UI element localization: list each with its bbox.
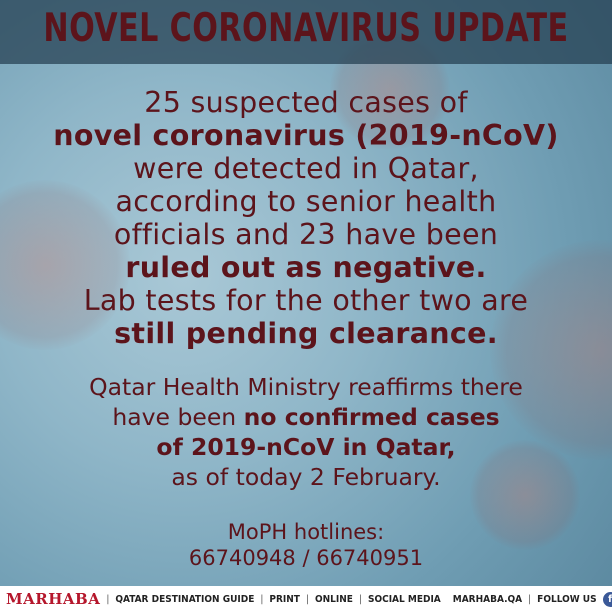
website-link[interactable]: MARHABA.QA xyxy=(453,594,522,605)
ministry-line-bold: of 2019-nCoV in Qatar, xyxy=(156,433,456,461)
ministry-line: have been xyxy=(112,403,244,431)
headline: NOVEL CORONAVIRUS UPDATE xyxy=(43,6,569,51)
poster: NOVEL CORONAVIRUS UPDATE 25 suspected ca… xyxy=(0,0,612,612)
brand-logo[interactable]: MARHABA xyxy=(6,590,100,608)
main-line-bold: ruled out as negative. xyxy=(125,251,487,284)
hotlines: MoPH hotlines: 66740948 / 66740951 xyxy=(14,519,598,571)
footer-bar: MARHABA | QATAR DESTINATION GUIDE | PRIN… xyxy=(0,586,612,612)
separator: | xyxy=(358,593,362,605)
main-line: 25 suspected cases of xyxy=(144,86,468,119)
separator: | xyxy=(260,593,264,605)
separator: | xyxy=(305,593,309,605)
ministry-line: as of today 2 February. xyxy=(171,463,441,491)
footer-item-destination-guide: QATAR DESTINATION GUIDE xyxy=(115,593,255,605)
social-icons: f t ◎ xyxy=(602,591,612,607)
main-line-bold: still pending clearance. xyxy=(114,317,498,350)
footer-item-print: PRINT xyxy=(269,593,300,605)
footer-item-social-media: SOCIAL MEDIA xyxy=(367,593,441,605)
separator: | xyxy=(106,593,110,605)
hotline-numbers: 66740948 / 66740951 xyxy=(188,546,424,570)
main-line-bold: novel coronavirus (2019-nCoV) xyxy=(53,119,559,152)
main-statement: 25 suspected cases of novel coronavirus … xyxy=(14,86,598,350)
header-banner: NOVEL CORONAVIRUS UPDATE xyxy=(0,0,612,64)
ministry-statement: Qatar Health Ministry reaffirms there ha… xyxy=(14,372,598,492)
main-line: were detected in Qatar, xyxy=(133,152,479,185)
main-line: Lab tests for the other two are xyxy=(83,284,529,317)
follow-us-label: FOLLOW US xyxy=(537,593,597,605)
main-line: according to senior health xyxy=(115,185,497,218)
separator: | xyxy=(528,593,532,605)
main-line: officials and 23 have been xyxy=(113,218,499,251)
ministry-line: Qatar Health Ministry reaffirms there xyxy=(89,373,523,401)
hotlines-label: MoPH hotlines: xyxy=(227,520,385,544)
facebook-icon[interactable]: f xyxy=(602,591,612,607)
footer-item-online: ONLINE xyxy=(314,593,353,605)
ministry-line-bold: no confirmed cases xyxy=(243,403,500,431)
